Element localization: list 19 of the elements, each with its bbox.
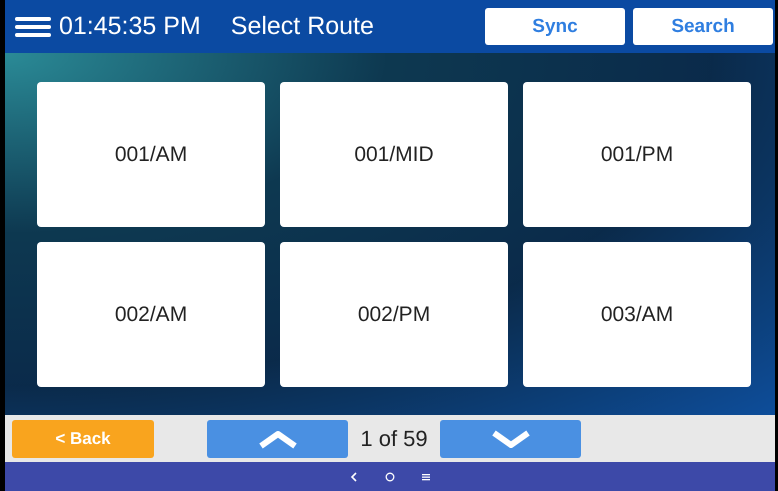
- route-tile[interactable]: 002/AM: [37, 242, 265, 387]
- page-up-button[interactable]: [207, 420, 348, 458]
- chevron-down-icon: [490, 428, 532, 448]
- page-indicator: 1 of 59: [359, 426, 429, 452]
- menu-icon[interactable]: [421, 472, 431, 482]
- route-tile[interactable]: 002/PM: [280, 242, 508, 387]
- route-tile[interactable]: 001/AM: [37, 82, 265, 227]
- route-tile[interactable]: 001/MID: [280, 82, 508, 227]
- sync-button[interactable]: Sync: [485, 8, 625, 45]
- clock: 01:45:35 PM: [59, 12, 201, 41]
- home-icon[interactable]: [385, 472, 395, 482]
- back-icon[interactable]: [349, 472, 359, 482]
- menu-icon[interactable]: [15, 16, 51, 38]
- route-tile[interactable]: 001/PM: [523, 82, 751, 227]
- chevron-up-icon: [256, 428, 298, 448]
- route-tile[interactable]: 003/AM: [523, 242, 751, 387]
- screen-title: Select Route: [230, 12, 375, 41]
- search-button[interactable]: Search: [633, 8, 773, 45]
- page-down-button[interactable]: [440, 420, 581, 458]
